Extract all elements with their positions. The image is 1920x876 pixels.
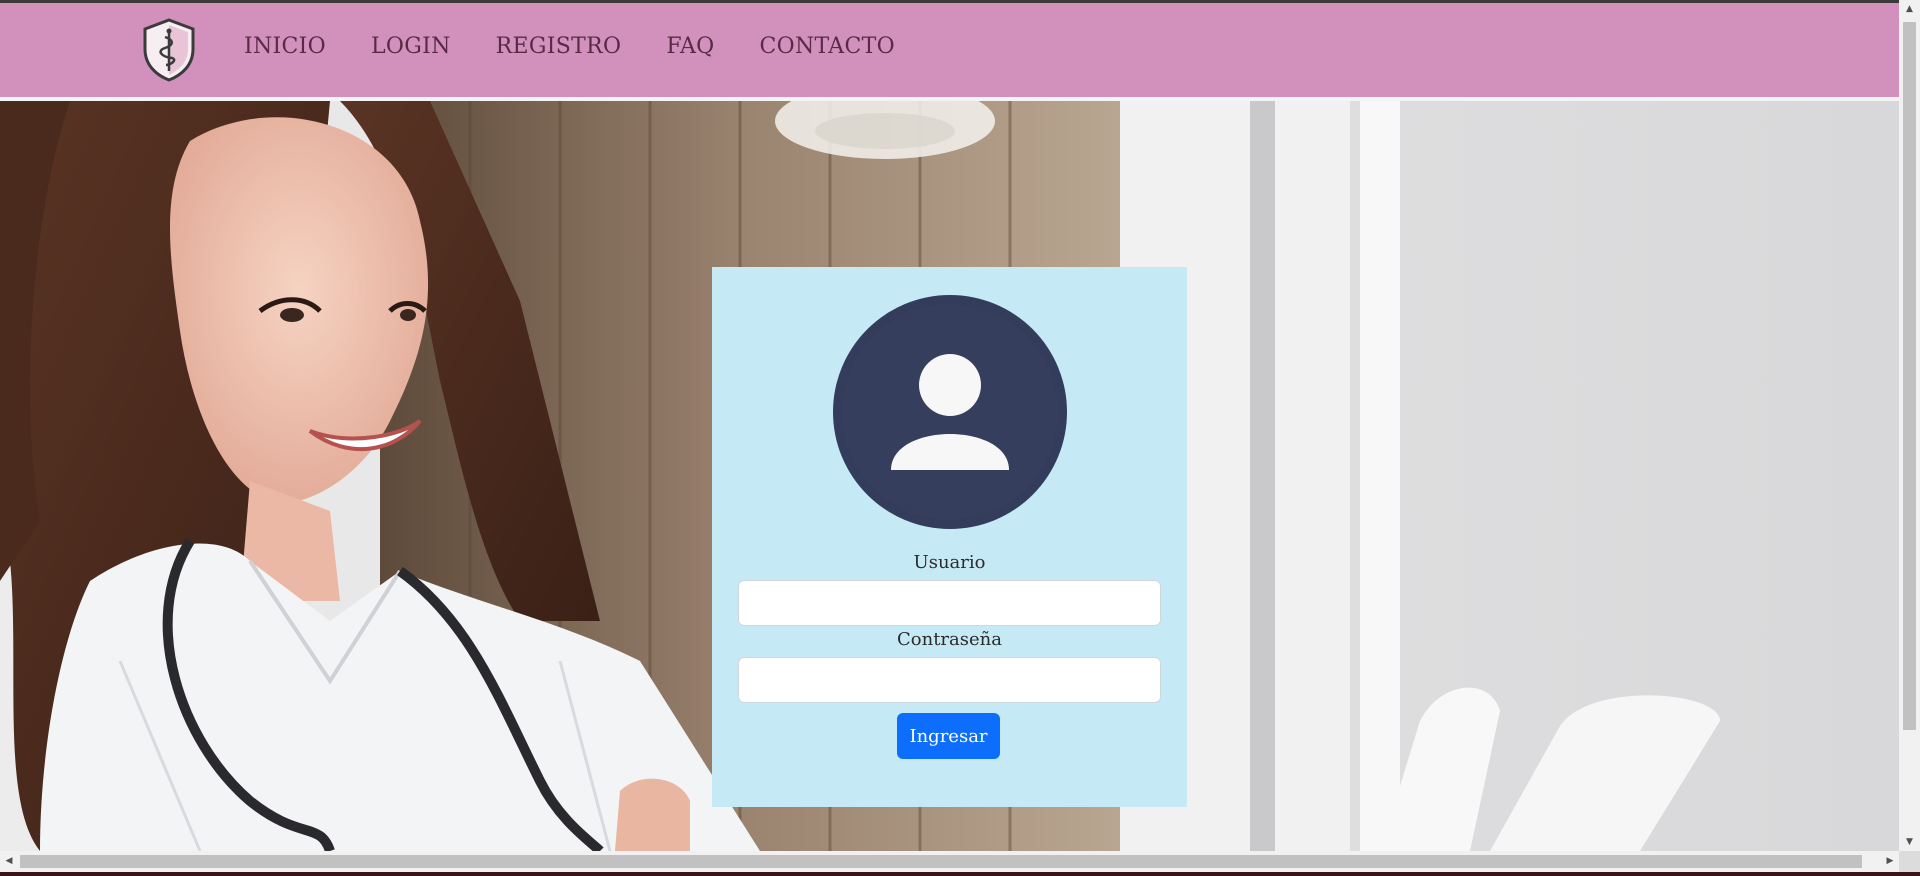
page-viewport: INICIO LOGIN REGISTRO FAQ CONTACTO Usuar…: [0, 0, 1899, 851]
horizontal-scrollbar[interactable]: ◀ ▶: [0, 851, 1899, 872]
login-submit-button[interactable]: Ingresar: [897, 713, 1000, 759]
login-form: Usuario Contraseña Ingresar: [712, 267, 1187, 807]
nav-link-faq[interactable]: FAQ: [666, 31, 714, 63]
nav-link-login[interactable]: LOGIN: [371, 31, 451, 63]
scroll-up-arrow-icon[interactable]: ▲: [1899, 0, 1920, 18]
username-input[interactable]: [738, 580, 1161, 626]
horizontal-scrollbar-thumb[interactable]: [20, 855, 1862, 868]
nav-link-registro[interactable]: REGISTRO: [496, 31, 622, 63]
username-label: Usuario: [913, 552, 986, 573]
nav-link-contacto[interactable]: CONTACTO: [760, 31, 895, 63]
password-label: Contraseña: [897, 629, 1002, 650]
navbar: INICIO LOGIN REGISTRO FAQ CONTACTO: [0, 3, 1899, 101]
scroll-left-arrow-icon[interactable]: ◀: [0, 851, 18, 872]
user-avatar-icon: [832, 294, 1068, 530]
nav-link-inicio[interactable]: INICIO: [244, 31, 326, 63]
shield-caduceus-icon[interactable]: [140, 17, 198, 83]
window-bottom-edge: [0, 872, 1920, 876]
vertical-scrollbar-thumb[interactable]: [1903, 22, 1916, 730]
password-input[interactable]: [738, 657, 1161, 703]
vertical-scrollbar[interactable]: ▲ ▼: [1899, 0, 1920, 851]
scroll-down-arrow-icon[interactable]: ▼: [1899, 833, 1920, 851]
scroll-right-arrow-icon[interactable]: ▶: [1881, 851, 1899, 872]
scrollbar-corner: [1899, 851, 1920, 872]
nav-links: INICIO LOGIN REGISTRO FAQ CONTACTO: [244, 31, 940, 63]
